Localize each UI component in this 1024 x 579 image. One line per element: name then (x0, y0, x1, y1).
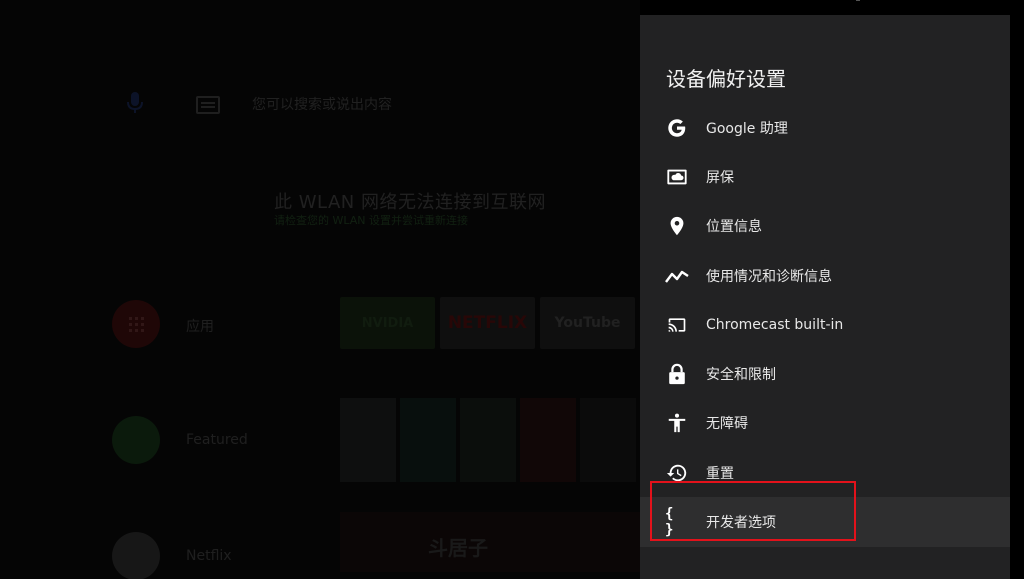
menu-item-usage-diagnostics[interactable]: 使用情况和诊断信息 (640, 251, 1010, 300)
usage-diagnostics-icon (665, 264, 689, 288)
menu-item-label: Chromecast built-in (706, 316, 844, 333)
cast-icon (665, 313, 689, 337)
lock-icon (665, 362, 689, 386)
history-icon (665, 461, 689, 485)
menu-item-label: 安全和限制 (706, 367, 776, 384)
screensaver-icon (665, 165, 689, 189)
row-label-netflix: Netflix (186, 548, 232, 564)
menu-item-security-restrictions[interactable]: 安全和限制 (640, 349, 1010, 398)
menu-item-label: 开发者选项 (706, 515, 776, 532)
braces-icon: { } (665, 506, 674, 539)
poster-tile[interactable] (580, 398, 636, 482)
menu-item-chromecast[interactable]: Chromecast built-in (640, 300, 1010, 349)
menu-item-location[interactable]: 位置信息 (640, 202, 1010, 251)
content-title: 斗居子 (428, 536, 488, 560)
netflix-tile[interactable]: NETFLIX (440, 297, 535, 349)
menu-item-label: 屏保 (706, 169, 734, 186)
menu-item-label: 位置信息 (706, 219, 762, 236)
menu-item-screensaver[interactable]: 屏保 (640, 152, 1010, 201)
microphone-icon[interactable] (126, 92, 144, 114)
netflix-row-icon[interactable] (112, 532, 160, 579)
wlan-warning-subtitle: 请检查您的 WLAN 设置并尝试重新连接 (274, 214, 469, 227)
youtube-tile[interactable]: YouTube (540, 297, 635, 349)
settings-panel: 设备偏好设置 Google 助理 屏保 位置信息 使用情况和诊断信息 Chrom… (640, 15, 1010, 579)
menu-item-label: 重置 (706, 465, 734, 482)
wlan-warning-title: 此 WLAN 网络无法连接到互联网 (274, 192, 546, 213)
menu-item-label: 使用情况和诊断信息 (706, 268, 832, 285)
featured-icon[interactable] (112, 416, 160, 464)
poster-tile[interactable] (400, 398, 456, 482)
menu-item-label: 无障碍 (706, 416, 748, 433)
row-label-featured: Featured (186, 432, 248, 448)
menu-item-accessibility[interactable]: 无障碍 (640, 399, 1010, 448)
panel-title: 设备偏好设置 (666, 67, 786, 91)
poster-tile[interactable] (520, 398, 576, 482)
nvidia-tile[interactable]: NVIDIA (340, 297, 435, 349)
accessibility-icon (665, 411, 689, 435)
menu-item-label: Google 助理 (706, 120, 788, 137)
dim-overlay (0, 0, 640, 579)
corner-mark (856, 0, 860, 1)
apps-icon[interactable] (112, 300, 160, 348)
home-screen-background: 您可以搜索或说出内容 此 WLAN 网络无法连接到互联网 请检查您的 WLAN … (0, 0, 640, 579)
search-hint[interactable]: 您可以搜索或说出内容 (252, 94, 392, 114)
netflix-content-tile[interactable] (340, 512, 640, 572)
menu-item-developer-options[interactable]: { } 开发者选项 (640, 497, 1010, 547)
menu-item-google-assistant[interactable]: Google 助理 (640, 103, 1010, 152)
keyboard-icon[interactable] (196, 96, 220, 114)
settings-menu: Google 助理 屏保 位置信息 使用情况和诊断信息 Chromecast b (640, 103, 1010, 547)
location-icon (665, 214, 689, 238)
poster-tile[interactable] (340, 398, 396, 482)
google-icon (665, 116, 689, 140)
row-label-apps: 应用 (186, 319, 214, 335)
menu-item-reset[interactable]: 重置 (640, 448, 1010, 497)
poster-tile[interactable] (460, 398, 516, 482)
